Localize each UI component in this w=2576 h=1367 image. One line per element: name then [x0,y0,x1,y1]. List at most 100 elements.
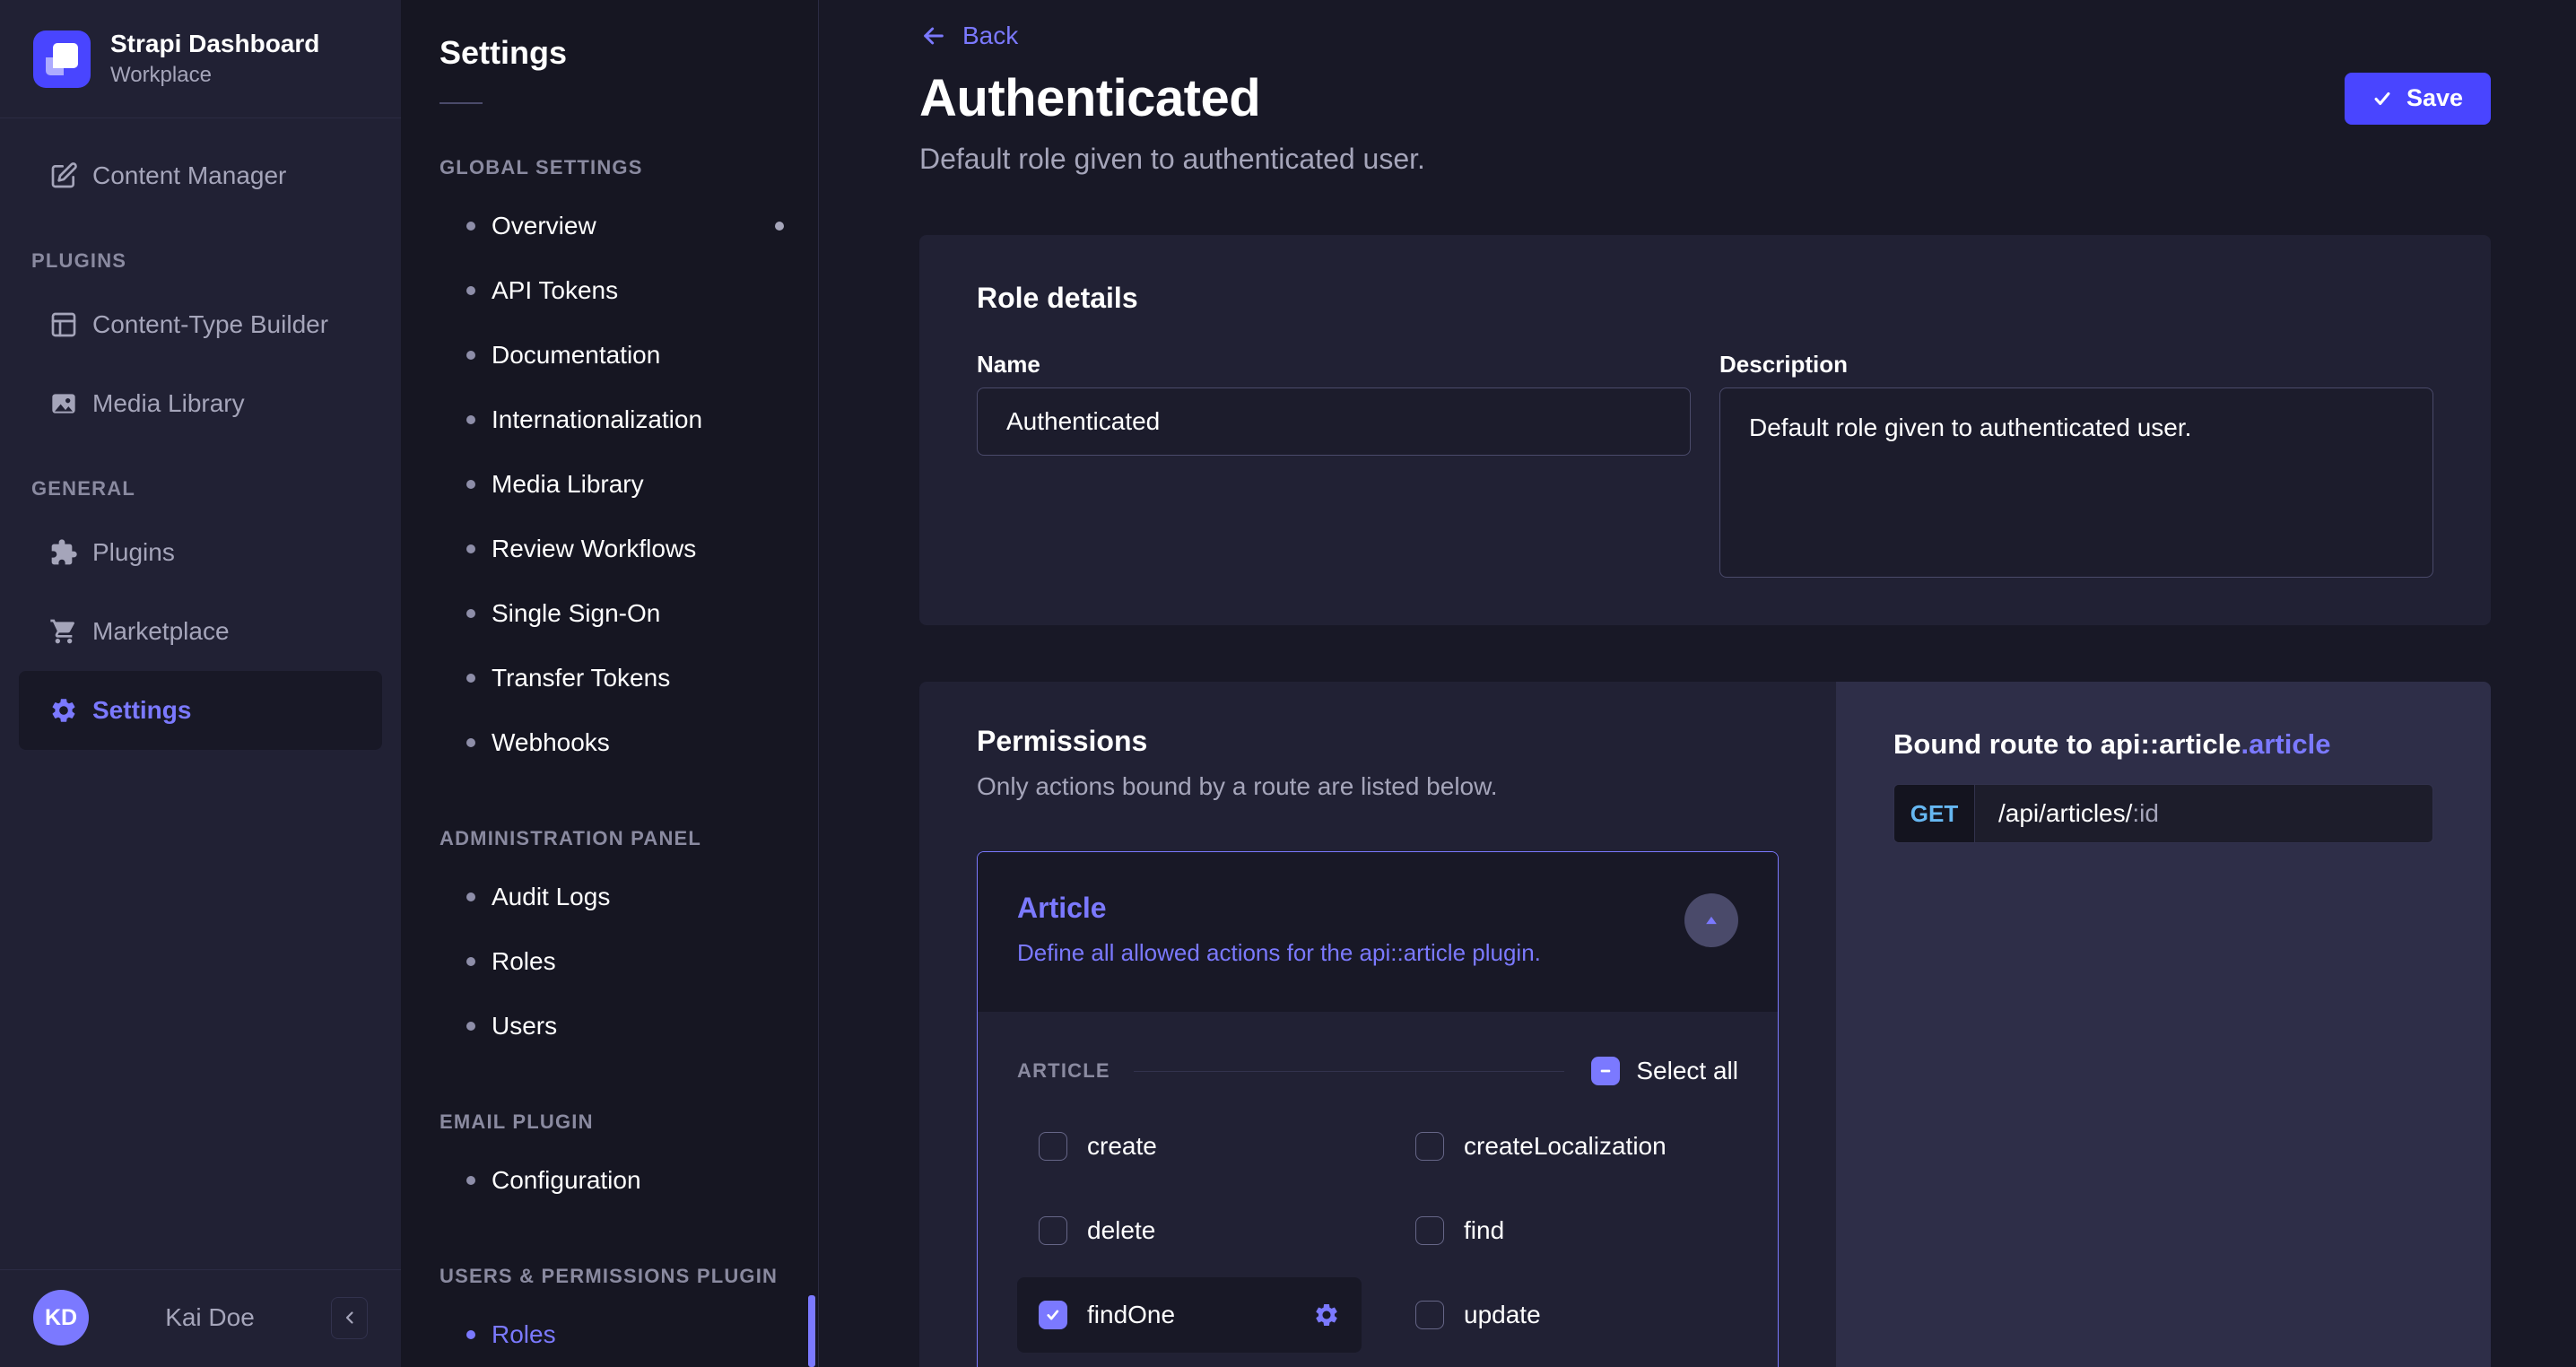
caret-up-icon [1702,911,1720,929]
collapse-accordion-button[interactable] [1684,893,1738,947]
subnav-item-api-tokens[interactable]: API Tokens [401,258,818,323]
subnav-item-webhooks[interactable]: Webhooks [401,710,818,775]
pen-icon [49,161,78,190]
subnav-item-overview[interactable]: Overview [401,194,818,258]
gear-icon [49,696,78,725]
sidebar-item-media-library[interactable]: Media Library [19,364,382,443]
image-icon [49,389,78,418]
permissions-panel: Permissions Only actions bound by a rout… [919,682,1836,1367]
findone-checkbox[interactable] [1039,1301,1067,1329]
accordion-subtitle: Define all allowed actions for the api::… [1017,939,1541,966]
find-checkbox[interactable] [1415,1216,1444,1245]
delete-checkbox[interactable] [1039,1216,1067,1245]
description-textarea[interactable]: Default role given to authenticated user… [1719,387,2433,578]
permission-cell-find: find [1394,1193,1738,1268]
article-accordion: Article Define all allowed actions for t… [977,851,1779,1367]
brand: Strapi Dashboard Workplace [0,0,401,118]
subnav-group-header-users-permissions-plugin: USERS & PERMISSIONS PLUGIN [439,1265,779,1287]
bound-route-title-accent: .article [2241,728,2331,760]
accordion-title: Article [1017,892,1107,924]
sidebar-item-marketplace[interactable]: Marketplace [19,592,382,671]
save-button[interactable]: Save [2344,72,2491,125]
permission-cell-createlocalization: createLocalization [1394,1109,1738,1184]
sidebar-item-content-manager[interactable]: Content Manager [19,136,382,215]
createlocalization-checkbox[interactable] [1415,1132,1444,1161]
settings-subnav: Settings GLOBAL SETTINGS Overview API To… [401,0,819,1367]
subnav-item-users[interactable]: Users [401,994,818,1058]
sidebar-item-plugins[interactable]: Plugins [19,513,382,592]
permission-cell-findone: findOne [1017,1277,1362,1353]
bullet-icon [466,957,475,966]
subnav-item-internationalization[interactable]: Internationalization [401,387,818,452]
minus-icon [1597,1063,1614,1079]
layout-icon [49,310,78,339]
bullet-icon [466,351,475,360]
subnav-item-transfer-tokens[interactable]: Transfer Tokens [401,646,818,710]
subnav-item-up-roles[interactable]: Roles [401,1302,818,1367]
subnav-group-header-email-plugin: EMAIL PLUGIN [439,1110,594,1133]
permission-cell-delete: delete [1017,1193,1362,1268]
permissions-title: Permissions [977,725,1148,757]
bullet-icon [466,1176,475,1185]
chevron-left-icon [339,1307,361,1328]
subnav-item-configuration[interactable]: Configuration [401,1148,818,1213]
article-group-label: ARTICLE [1017,1059,1110,1082]
sidebar-item-label: Content-Type Builder [92,310,329,338]
route-method-badge: GET [1894,785,1975,842]
back-label: Back [962,22,1019,49]
gear-icon [1313,1302,1340,1328]
permissions-section: Permissions Only actions bound by a rout… [919,682,2491,1367]
brand-subtitle: Workplace [110,63,212,87]
brand-title: Strapi Dashboard [110,30,320,57]
back-link[interactable]: Back [919,22,1018,50]
section-general-header: GENERAL [31,477,135,500]
group-divider-line [1133,1070,1565,1072]
main-sidebar: Strapi Dashboard Workplace Content Manag… [0,0,401,1367]
description-label: Description [1719,351,1849,378]
bound-route-panel: Bound route to api::article.article GET … [1836,682,2491,1367]
sidebar-item-settings[interactable]: Settings [19,671,382,750]
strapi-logo-icon [33,30,91,88]
name-input[interactable] [977,387,1691,456]
article-accordion-header[interactable]: Article Define all allowed actions for t… [978,852,1778,1012]
subnav-group-header-global-settings: GLOBAL SETTINGS [439,156,643,178]
subnav-title: Settings [439,34,568,71]
bullet-icon [466,738,475,747]
update-checkbox[interactable] [1415,1301,1444,1329]
bullet-icon [466,1022,475,1031]
select-all-checkbox[interactable] [1591,1057,1621,1085]
sidebar-item-label: Content Manager [92,161,287,189]
user-row: KD Kai Doe [0,1270,401,1367]
bullet-icon [466,609,475,618]
subnav-item-documentation[interactable]: Documentation [401,323,818,387]
bullet-icon [466,222,475,231]
subnav-item-audit-logs[interactable]: Audit Logs [401,865,818,929]
subnav-item-review-workflows[interactable]: Review Workflows [401,517,818,581]
subnav-item-admin-roles[interactable]: Roles [401,929,818,994]
bullet-icon [466,892,475,901]
article-accordion-body: ARTICLE Select all create createLocaliza… [978,1012,1778,1367]
section-plugins-header: PLUGINS [31,249,127,272]
name-label: Name [977,351,1040,378]
back-arrow-icon [919,22,948,50]
check-icon [1045,1307,1061,1323]
subnav-title-divider [439,102,483,104]
user-avatar[interactable]: KD [33,1290,89,1345]
route-path-param: :id [2132,799,2159,827]
page-title: Authenticated [919,69,1261,127]
collapse-sidebar-button[interactable] [331,1296,368,1339]
role-details-title: Role details [977,282,1138,314]
bullet-icon [466,480,475,489]
subnav-item-single-sign-on[interactable]: Single Sign-On [401,581,818,646]
route-box: GET /api/articles/:id [1893,784,2433,843]
permission-settings-button[interactable] [1313,1302,1340,1328]
subnav-scrollbar-thumb[interactable] [808,1295,815,1367]
select-all-label: Select all [1636,1057,1738,1084]
sidebar-item-label: Plugins [92,538,175,566]
bullet-icon [466,415,475,424]
create-checkbox[interactable] [1039,1132,1067,1161]
subnav-item-media-library[interactable]: Media Library [401,452,818,517]
sidebar-item-content-type-builder[interactable]: Content-Type Builder [19,285,382,364]
route-path: /api/articles/:id [1998,799,2159,827]
subnav-group-header-administration-panel: ADMINISTRATION PANEL [439,827,702,849]
